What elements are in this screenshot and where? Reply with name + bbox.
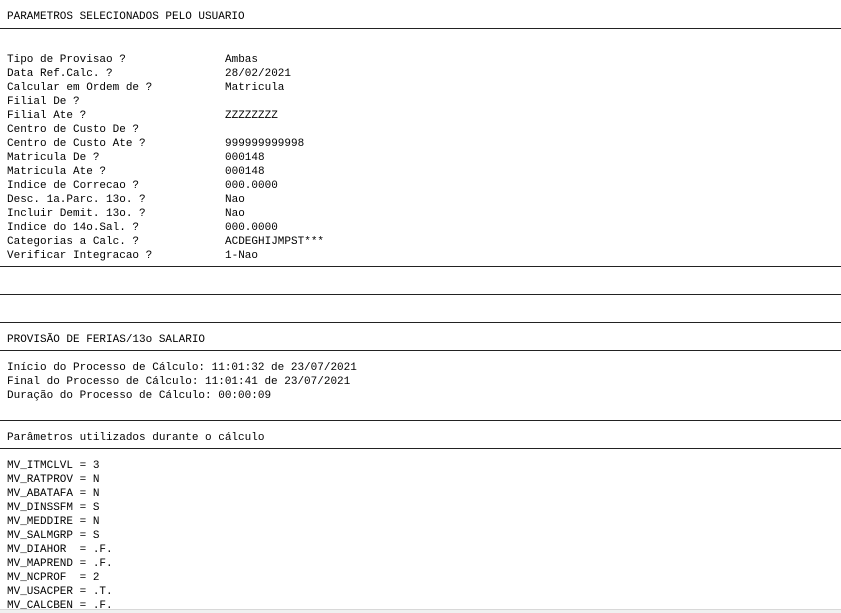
- param-label: Centro de Custo De ?: [7, 124, 140, 136]
- process-start-line: Início do Processo de Cálculo: 11:01:32 …: [7, 362, 357, 374]
- param-label: Indice do 14o.Sal. ?: [7, 222, 140, 234]
- param-value: Nao: [225, 208, 245, 220]
- calc-params-header: Parâmetros utilizados durante o cálculo: [7, 432, 265, 444]
- param-row: Centro de Custo De ?: [7, 123, 225, 137]
- param-value: Ambas: [225, 54, 259, 66]
- param-value: 000.0000: [225, 180, 278, 192]
- section-divider: [0, 294, 841, 295]
- param-row: Incluir Demit. 13o. ? Nao: [7, 207, 245, 221]
- param-row: Indice de Correcao ? 000.0000: [7, 179, 278, 193]
- report-view[interactable]: PARAMETROS SELECIONADOS PELO USUARIO Tip…: [0, 0, 841, 613]
- param-value: 000148: [225, 152, 265, 164]
- process-section-header: PROVISÃO DE FERIAS/13o SALARIO: [7, 334, 206, 346]
- mv-param-line: MV_USACPER = .T.: [7, 586, 113, 598]
- param-label: Indice de Correcao ?: [7, 180, 140, 192]
- param-value: 1-Nao: [225, 250, 259, 262]
- param-label: Centro de Custo Ate ?: [7, 138, 146, 150]
- param-label: Desc. 1a.Parc. 13o. ?: [7, 194, 146, 206]
- mv-param-line: MV_MEDDIRE = N: [7, 516, 100, 528]
- param-value: ZZZZZZZZ: [225, 110, 278, 122]
- param-label: Verificar Integracao ?: [7, 250, 153, 262]
- mv-param-line: MV_RATPROV = N: [7, 474, 100, 486]
- param-row: Data Ref.Calc. ? 28/02/2021: [7, 67, 291, 81]
- param-row: Matricula Ate ? 000148: [7, 165, 265, 179]
- param-label: Filial Ate ?: [7, 110, 87, 122]
- section-divider: [0, 266, 841, 267]
- param-row: Filial De ?: [7, 95, 225, 109]
- param-row: Categorias a Calc. ? ACDEGHIJMPST***: [7, 235, 324, 249]
- param-label: Matricula De ?: [7, 152, 100, 164]
- mv-param-line: MV_MAPREND = .F.: [7, 558, 113, 570]
- param-row: Desc. 1a.Parc. 13o. ? Nao: [7, 193, 245, 207]
- section-divider: [0, 28, 841, 29]
- param-label: Calcular em Ordem de ?: [7, 82, 153, 94]
- param-row: Matricula De ? 000148: [7, 151, 265, 165]
- section-divider: [0, 448, 841, 449]
- mv-param-line: MV_SALMGRP = S: [7, 530, 100, 542]
- section-divider: [0, 322, 841, 323]
- param-row: Verificar Integracao ? 1-Nao: [7, 249, 258, 263]
- mv-param-line: MV_NCPROF = 2: [7, 572, 100, 584]
- param-label: Data Ref.Calc. ?: [7, 68, 113, 80]
- section-divider: [0, 420, 841, 421]
- param-row: Indice do 14o.Sal. ? 000.0000: [7, 221, 278, 235]
- param-value: Nao: [225, 194, 245, 206]
- viewport-bottom-edge: [0, 609, 841, 613]
- param-label: Categorias a Calc. ?: [7, 236, 140, 248]
- params-section-header: PARAMETROS SELECIONADOS PELO USUARIO: [7, 11, 245, 23]
- param-label: Tipo de Provisao ?: [7, 54, 126, 66]
- param-label: Matricula Ate ?: [7, 166, 107, 178]
- process-duration-line: Duração do Processo de Cálculo: 00:00:09: [7, 390, 272, 402]
- param-value: ACDEGHIJMPST***: [225, 236, 325, 248]
- param-value: 999999999998: [225, 138, 305, 150]
- param-value: 28/02/2021: [225, 68, 292, 80]
- param-value: 000.0000: [225, 222, 278, 234]
- param-label: Filial De ?: [7, 96, 80, 108]
- mv-param-line: MV_DINSSFM = S: [7, 502, 100, 514]
- param-row: Calcular em Ordem de ? Matricula: [7, 81, 284, 95]
- param-value: Matricula: [225, 82, 285, 94]
- mv-param-line: MV_ITMCLVL = 3: [7, 460, 100, 472]
- section-divider: [0, 350, 841, 351]
- param-row: Filial Ate ? ZZZZZZZZ: [7, 109, 278, 123]
- param-row: Centro de Custo Ate ? 999999999998: [7, 137, 304, 151]
- param-label: Incluir Demit. 13o. ?: [7, 208, 146, 220]
- mv-param-line: MV_ABATAFA = N: [7, 488, 100, 500]
- param-row: Tipo de Provisao ? Ambas: [7, 53, 258, 67]
- param-value: 000148: [225, 166, 265, 178]
- mv-param-line: MV_DIAHOR = .F.: [7, 544, 113, 556]
- process-end-line: Final do Processo de Cálculo: 11:01:41 d…: [7, 376, 351, 388]
